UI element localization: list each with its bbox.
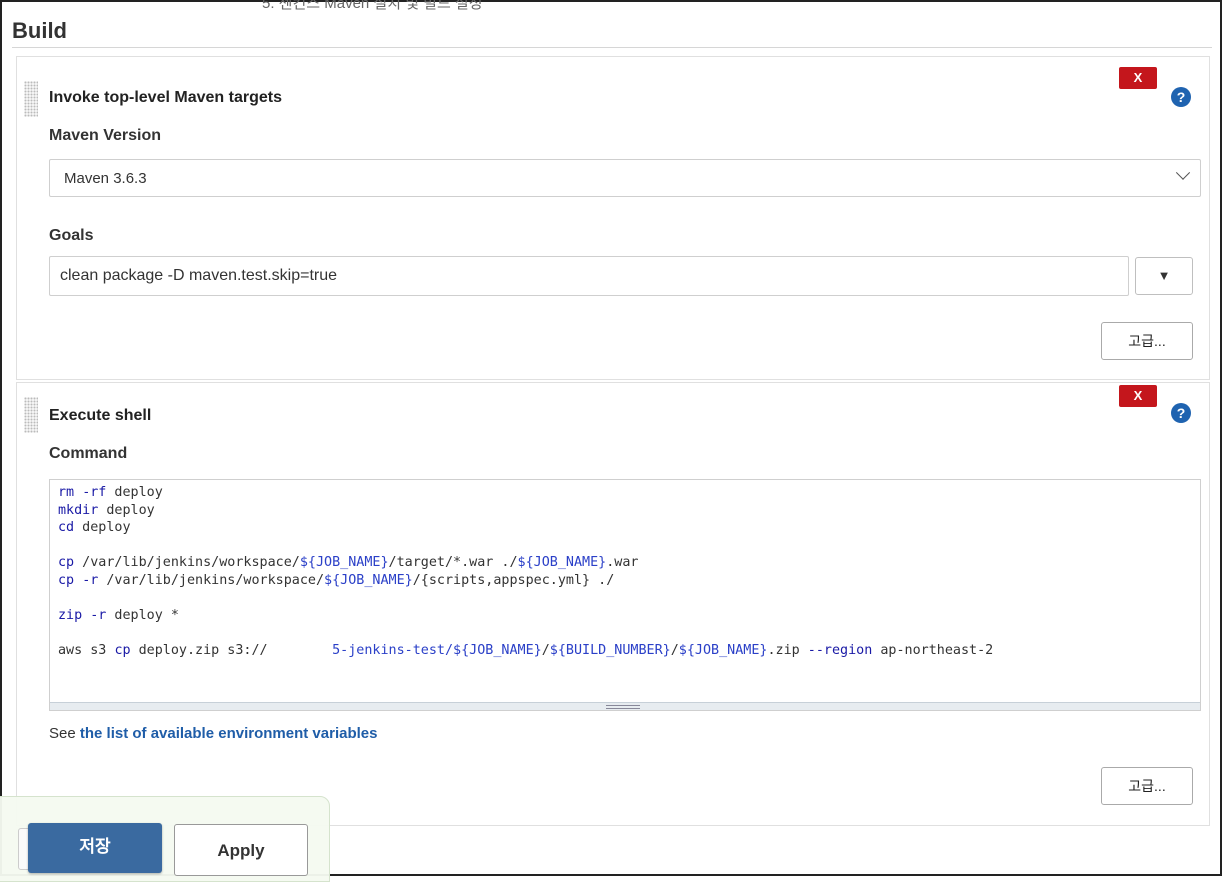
see-prefix: See [49, 725, 80, 742]
expand-goals-button[interactable]: ▼ [1135, 257, 1193, 295]
env-help-text: See the list of available environment va… [49, 725, 377, 742]
advanced-button[interactable]: 고급... [1101, 322, 1193, 360]
delete-step-button[interactable]: X [1119, 385, 1157, 407]
execute-shell-step: Execute shell X ? Command rm -rf deploy m… [16, 382, 1210, 826]
save-button[interactable]: 저장 [28, 823, 162, 873]
command-line: zip -r deploy * [58, 607, 179, 623]
maven-version-select[interactable]: Maven 3.6.3 [49, 159, 1201, 197]
command-line: cp /var/lib/jenkins/workspace/${JOB_NAME… [58, 555, 639, 570]
command-line: aws s3 cp deploy.zip s3:// 5-jenkins-tes… [58, 642, 994, 658]
top-border [0, 0, 1222, 2]
command-line: mkdir deploy [58, 502, 155, 518]
apply-button[interactable]: Apply [174, 824, 308, 876]
goals-input[interactable]: clean package -D maven.test.skip=true [49, 256, 1129, 296]
maven-build-step: Invoke top-level Maven targets X ? Maven… [16, 56, 1210, 380]
section-divider [12, 47, 1212, 48]
chevron-down-icon [1175, 165, 1191, 180]
grip-icon [606, 705, 640, 709]
section-title-build: Build [12, 18, 67, 43]
resize-handle[interactable] [50, 702, 1200, 710]
drag-handle-icon[interactable] [24, 397, 38, 433]
advanced-button[interactable]: 고급... [1101, 767, 1193, 805]
command-label: Command [49, 445, 128, 462]
step-title: Invoke top-level Maven targets [49, 89, 282, 106]
command-editor[interactable]: rm -rf deploy mkdir deploy cd deploy cp /v… [49, 479, 1201, 711]
cropped-heading: 5. 젠킨스 Maven 설치 및 빌드 설정 [262, 0, 483, 12]
help-icon[interactable]: ? [1171, 403, 1191, 423]
command-text: rm -rf deploy mkdir deploy cd deploy cp /v… [58, 484, 993, 659]
goals-label: Goals [49, 227, 94, 244]
command-line: cp -r /var/lib/jenkins/workspace/${JOB_N… [58, 572, 615, 588]
env-variables-link[interactable]: the list of available environment variab… [80, 725, 378, 742]
goals-value: clean package -D maven.test.skip=true [60, 267, 338, 284]
help-icon[interactable]: ? [1171, 87, 1191, 107]
command-line [58, 537, 993, 555]
step-title: Execute shell [49, 407, 152, 424]
command-line: rm -rf deploy [58, 485, 163, 500]
drag-handle-icon[interactable] [24, 81, 38, 117]
command-line [58, 624, 993, 642]
command-line: cd deploy [58, 520, 131, 535]
command-line [58, 589, 993, 607]
maven-version-label: Maven Version [49, 127, 162, 144]
maven-version-value: Maven 3.6.3 [64, 170, 147, 187]
delete-step-button[interactable]: X [1119, 67, 1157, 89]
